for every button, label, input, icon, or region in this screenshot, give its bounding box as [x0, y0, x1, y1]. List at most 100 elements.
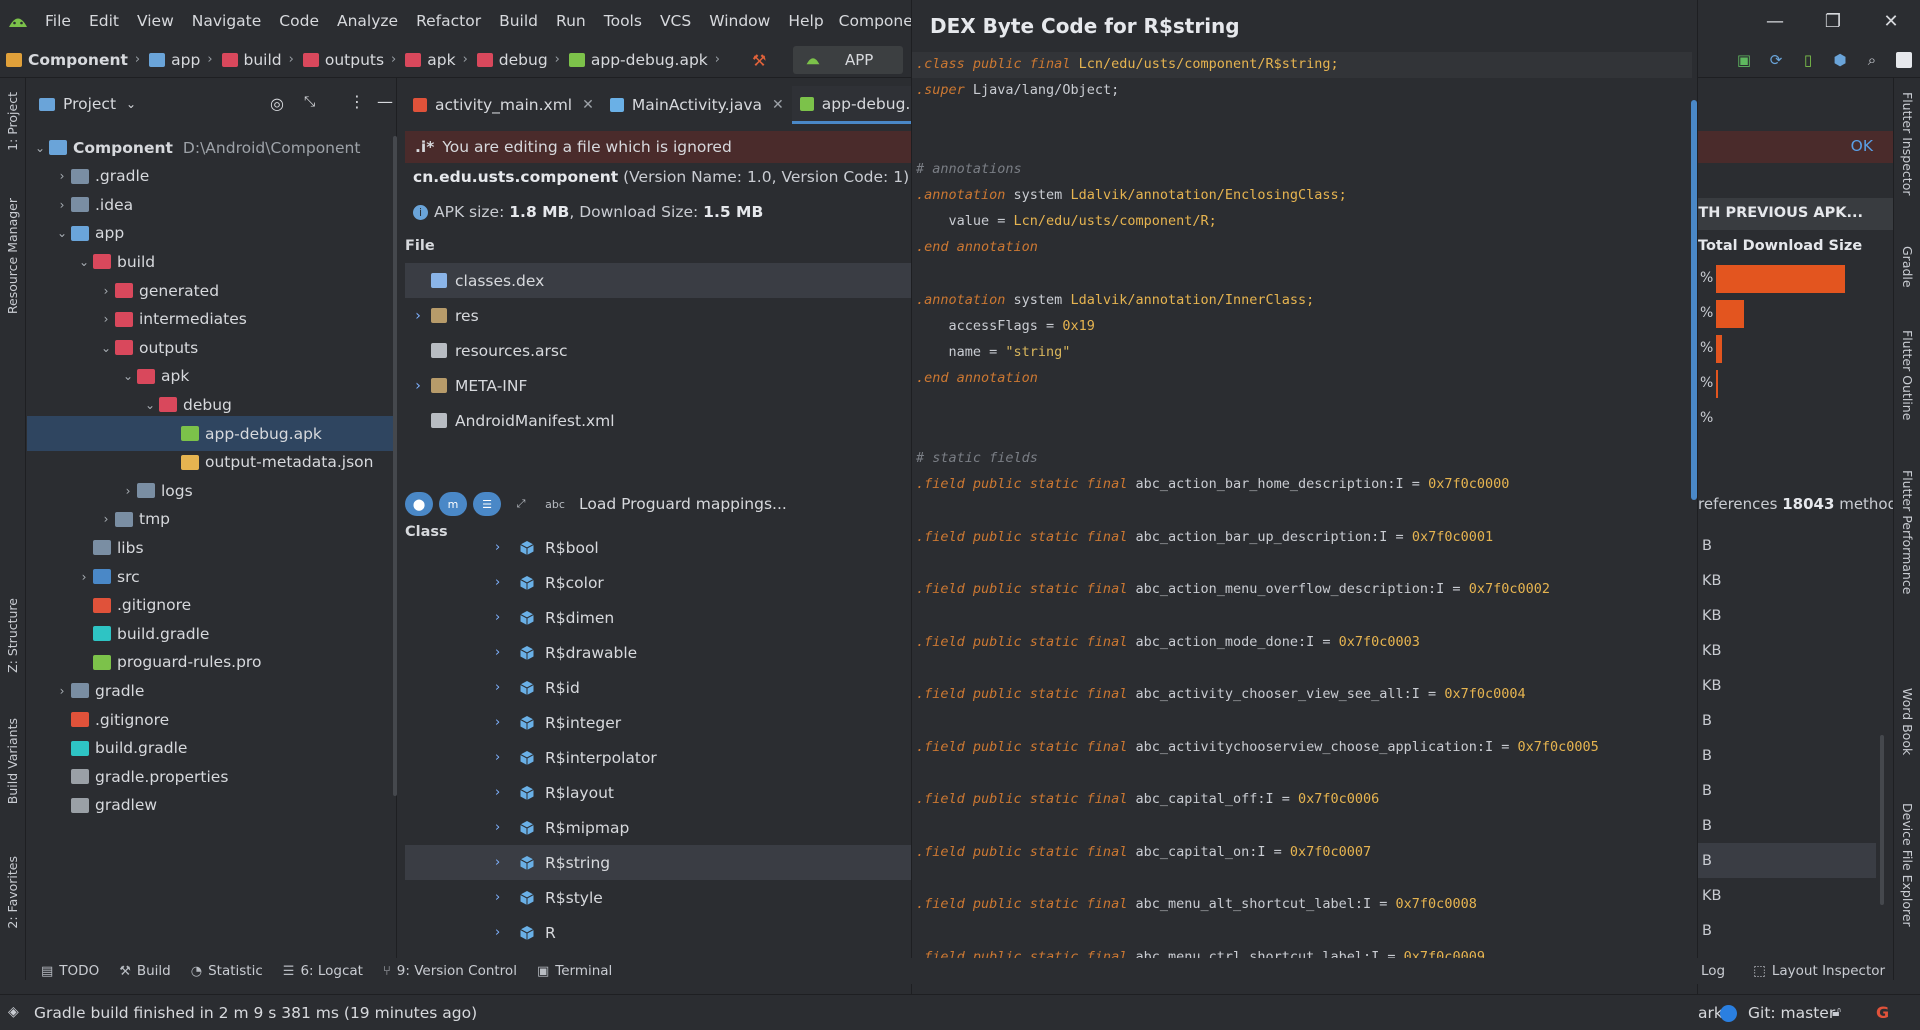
show-references-icon[interactable]: ☰	[473, 492, 501, 516]
menu-window[interactable]: Window	[700, 12, 779, 30]
status-message[interactable]: Gradle build finished in 2 m 9 s 381 ms …	[34, 1004, 477, 1022]
tool-project[interactable]: 1: Project	[5, 92, 20, 151]
class-row[interactable]: › R$layout	[405, 775, 915, 810]
tab-activity-main-xml[interactable]: activity_main.xml ✕	[405, 86, 602, 124]
breadcrumb-item[interactable]: debug ›	[476, 51, 567, 69]
class-row[interactable]: › R$interpolator	[405, 740, 915, 775]
locate-icon[interactable]: ◎	[270, 94, 284, 113]
collapse-icon[interactable]: ⤢	[507, 492, 535, 516]
event-log-tab[interactable]: Log	[1701, 963, 1725, 979]
file-row[interactable]: AndroidManifest.xml	[405, 403, 915, 438]
avatar[interactable]	[1888, 52, 1920, 68]
chevron-right-icon[interactable]: ›	[53, 684, 71, 698]
chevron-right-icon[interactable]: ›	[495, 610, 519, 625]
lock-icon[interactable]: 🔓︎	[1832, 1004, 1841, 1020]
close-icon[interactable]: ✕	[582, 97, 594, 113]
file-row[interactable]: › res	[405, 298, 915, 333]
chevron-right-icon[interactable]: ›	[97, 284, 115, 298]
close-icon[interactable]: ✕	[1862, 0, 1920, 42]
menu-run[interactable]: Run	[547, 12, 595, 30]
project-view-select[interactable]: Project	[63, 95, 116, 113]
bottom-tab-6-logcat[interactable]: ☰ 6: Logcat	[283, 963, 363, 979]
ok-link[interactable]: OK	[1851, 137, 1873, 155]
class-row[interactable]: › R$integer	[405, 705, 915, 740]
rename-icon[interactable]: abc	[541, 492, 569, 516]
breadcrumb-item[interactable]: build ›	[221, 51, 301, 69]
chevron-right-icon[interactable]: ›	[495, 820, 519, 835]
run-configuration-select[interactable]: APP	[793, 46, 903, 74]
tool-device-file-explorer[interactable]: Device File Explorer	[1900, 803, 1915, 927]
tree-item[interactable]: gradlew	[27, 788, 393, 823]
close-icon[interactable]: ✕	[772, 97, 784, 113]
sync-gradle-icon[interactable]: ⟳	[1760, 51, 1792, 69]
file-column-header[interactable]: File	[405, 238, 915, 260]
hide-panel-icon[interactable]: —	[377, 92, 393, 111]
class-row[interactable]: › R$drawable	[405, 635, 915, 670]
chevron-right-icon[interactable]: ›	[495, 575, 519, 590]
tool-flutter-performance[interactable]: Flutter Performance	[1900, 470, 1915, 594]
class-row[interactable]: › R$dimen	[405, 600, 915, 635]
menu-navigate[interactable]: Navigate	[183, 12, 271, 30]
avd-manager-icon[interactable]: ▯	[1792, 51, 1824, 69]
dex-code-view[interactable]: .class public final Lcn/edu/usts/compone…	[912, 48, 1697, 1030]
show-fields-icon[interactable]: ⬤	[405, 492, 433, 516]
menu-build[interactable]: Build	[490, 12, 547, 30]
terminal-icon[interactable]: ▣	[1728, 51, 1760, 69]
chevron-right-icon[interactable]: ›	[495, 890, 519, 905]
collapse-all-icon[interactable]: ⤡	[304, 94, 315, 110]
layout-inspector-tab[interactable]: Layout Inspector	[1772, 963, 1885, 979]
class-row[interactable]: › R$style	[405, 880, 915, 915]
chevron-down-icon[interactable]: ⌄	[126, 97, 136, 111]
chevron-right-icon[interactable]: ›	[495, 680, 519, 695]
sdk-manager-icon[interactable]: ⬢	[1824, 51, 1856, 69]
bottom-tab-terminal[interactable]: ▣ Terminal	[537, 963, 612, 979]
chevron-right-icon[interactable]: ›	[495, 750, 519, 765]
compare-apk-button[interactable]: COMPARE WITH PREVIOUS APK...	[1698, 198, 1893, 230]
chevron-down-icon[interactable]: ⌄	[75, 255, 93, 269]
tab-mainactivity-java[interactable]: MainActivity.java ✕	[602, 86, 792, 124]
class-row[interactable]: › R$string	[405, 845, 915, 880]
chevron-right-icon[interactable]: ›	[97, 312, 115, 326]
load-proguard-link[interactable]: Load Proguard mappings...	[579, 495, 787, 513]
chevron-right-icon[interactable]: ›	[495, 925, 519, 940]
dex-scrollbar[interactable]	[1691, 100, 1697, 500]
menu-tools[interactable]: Tools	[595, 12, 651, 30]
menu-refactor[interactable]: Refactor	[407, 12, 490, 30]
chevron-right-icon[interactable]: ›	[119, 484, 137, 498]
tool-structure[interactable]: Z: Structure	[5, 598, 20, 673]
tool-flutter-outline[interactable]: Flutter Outline	[1900, 330, 1915, 420]
minimize-icon[interactable]: —	[1746, 0, 1804, 42]
tool-build-variants[interactable]: Build Variants	[5, 718, 20, 804]
menu-code[interactable]: Code	[270, 12, 328, 30]
show-methods-icon[interactable]: m	[439, 492, 467, 516]
menu-view[interactable]: View	[128, 12, 183, 30]
chevron-right-icon[interactable]: ›	[53, 169, 71, 183]
bottom-tab-statistic[interactable]: ◔ Statistic	[191, 963, 263, 979]
chevron-down-icon[interactable]: ⌄	[119, 369, 137, 383]
class-row[interactable]: › R$mipmap	[405, 810, 915, 845]
total-download-size-header[interactable]: Total Download Size	[1698, 238, 1893, 260]
chevron-right-icon[interactable]: ›	[495, 645, 519, 660]
git-branch[interactable]: Git: master	[1748, 1004, 1835, 1022]
breadcrumb-item[interactable]: apk ›	[405, 51, 475, 69]
chevron-down-icon[interactable]: ⌄	[141, 398, 159, 412]
class-row[interactable]: › R$id	[405, 670, 915, 705]
file-row[interactable]: › META-INF	[405, 368, 915, 403]
project-scrollbar[interactable]	[393, 136, 397, 796]
bottom-tab-build[interactable]: ⚒ Build	[119, 963, 171, 979]
file-row[interactable]: classes.dex	[405, 263, 915, 298]
breadcrumb-item[interactable]: app-debug.apk ›	[568, 51, 727, 69]
chevron-down-icon[interactable]: ⌄	[53, 226, 71, 240]
bottom-tab-todo[interactable]: ▤ TODO	[41, 963, 99, 979]
build-hammer-icon[interactable]: ⚒	[752, 51, 766, 70]
class-row[interactable]: › R$bool	[405, 530, 915, 565]
chevron-right-icon[interactable]: ›	[495, 715, 519, 730]
more-options-icon[interactable]: ⋮	[349, 92, 365, 111]
chevron-right-icon[interactable]: ›	[495, 855, 519, 870]
restore-icon[interactable]: ❐	[1804, 0, 1862, 42]
file-row[interactable]: resources.arsc	[405, 333, 915, 368]
menu-help[interactable]: Help	[779, 12, 832, 30]
breadcrumb-item[interactable]: outputs ›	[302, 51, 403, 69]
class-row[interactable]: › R$color	[405, 565, 915, 600]
chevron-right-icon[interactable]: ›	[97, 512, 115, 526]
